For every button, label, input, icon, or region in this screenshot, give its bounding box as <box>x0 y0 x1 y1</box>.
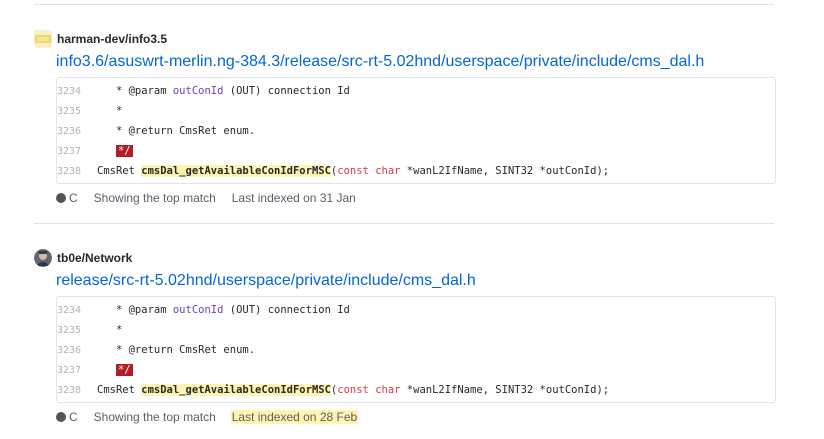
code-text: */ <box>97 364 133 376</box>
code-token: * @param <box>97 85 173 97</box>
result-divider <box>34 223 774 224</box>
search-result: harman-dev/info3.5 info3.6/asuswrt-merli… <box>34 30 776 206</box>
code-token: char <box>375 384 401 396</box>
code-token: * @return CmsRet enum. <box>97 125 256 137</box>
code-line: 3235 * <box>57 320 775 340</box>
code-token: (OUT) connection Id <box>223 85 350 97</box>
repo-line: harman-dev/info3.5 <box>34 30 776 48</box>
top-match-text: Showing the top match <box>93 410 216 424</box>
code-text: CmsRet cmsDal_getAvailableConIdForMSC(co… <box>97 384 609 396</box>
result-meta: C Showing the top match Last indexed on … <box>56 409 776 425</box>
code-text: * @return CmsRet enum. <box>97 344 255 356</box>
code-text: * @return CmsRet enum. <box>97 125 255 137</box>
code-text: * <box>97 105 122 117</box>
code-token: (OUT) connection Id <box>223 304 350 316</box>
file-path-link[interactable]: info3.6/asuswrt-merlin.ng-384.3/release/… <box>56 52 776 72</box>
repo-name-link[interactable]: harman-dev/info3.5 <box>57 32 167 46</box>
line-number[interactable]: 3236 <box>57 345 97 356</box>
code-text: CmsRet cmsDal_getAvailableConIdForMSC(co… <box>97 165 609 177</box>
repo-name-link[interactable]: tb0e/Network <box>57 251 132 265</box>
repo-line: tb0e/Network <box>34 249 776 267</box>
code-token: * @param <box>97 304 173 316</box>
code-token: */ <box>115 364 133 376</box>
language-label: C <box>69 410 78 424</box>
code-token: * <box>97 105 123 117</box>
code-line: 3235 * <box>57 101 775 121</box>
file-path-link[interactable]: release/src-rt-5.02hnd/userspace/private… <box>56 271 776 291</box>
code-token: outConId <box>172 85 224 97</box>
search-result: tb0e/Network release/src-rt-5.02hnd/user… <box>34 249 776 425</box>
language-color-dot-icon <box>56 412 66 422</box>
line-number[interactable]: 3238 <box>57 385 97 396</box>
line-number[interactable]: 3234 <box>57 86 97 97</box>
last-indexed-text: Last indexed on 31 Jan <box>231 191 356 205</box>
code-text: */ <box>97 145 133 157</box>
line-number[interactable]: 3238 <box>57 166 97 177</box>
code-token: char <box>375 165 401 177</box>
code-token: CmsRet <box>97 384 142 396</box>
top-match-text: Showing the top match <box>93 191 216 205</box>
code-text: * @param outConId (OUT) connection Id <box>97 85 350 97</box>
code-line: 3237 */ <box>57 360 775 380</box>
match-highlight: cmsDal_getAvailableConIdForMSC <box>141 384 331 396</box>
code-line: 3234 * @param outConId (OUT) connection … <box>57 81 775 101</box>
repo-avatar-icon <box>34 30 52 48</box>
code-line: 3238 CmsRet cmsDal_getAvailableConIdForMS… <box>57 380 775 400</box>
code-token: *wanL2IfName, SINT32 *outConId); <box>400 165 610 177</box>
code-text: * @param outConId (OUT) connection Id <box>97 304 350 316</box>
code-token: const <box>337 384 369 396</box>
code-line: 3238 CmsRet cmsDal_getAvailableConIdForMS… <box>57 161 775 181</box>
language-label: C <box>69 191 78 205</box>
line-number[interactable]: 3234 <box>57 305 97 316</box>
code-token: const <box>337 165 369 177</box>
last-indexed-text: Last indexed on 28 Feb <box>230 410 359 424</box>
user-avatar-icon <box>34 249 52 267</box>
code-line: 3236 * @return CmsRet enum. <box>57 340 775 360</box>
result-meta: C Showing the top match Last indexed on … <box>56 190 776 206</box>
code-token: *wanL2IfName, SINT32 *outConId); <box>400 384 610 396</box>
code-snippet: 3234 * @param outConId (OUT) connection … <box>56 77 776 184</box>
code-token: * <box>97 324 123 336</box>
code-token: CmsRet <box>97 165 142 177</box>
language-color-dot-icon <box>56 193 66 203</box>
line-number[interactable]: 3236 <box>57 126 97 137</box>
line-number[interactable]: 3235 <box>57 106 97 117</box>
code-line: 3236 * @return CmsRet enum. <box>57 121 775 141</box>
code-line: 3234 * @param outConId (OUT) connection … <box>57 300 775 320</box>
code-text: * <box>97 324 122 336</box>
line-number[interactable]: 3235 <box>57 325 97 336</box>
match-highlight: cmsDal_getAvailableConIdForMSC <box>141 165 331 177</box>
code-token: */ <box>115 145 133 157</box>
line-number[interactable]: 3237 <box>57 146 97 157</box>
code-snippet: 3234 * @param outConId (OUT) connection … <box>56 296 776 403</box>
code-line: 3237 */ <box>57 141 775 161</box>
top-divider <box>34 4 774 5</box>
code-token: * @return CmsRet enum. <box>97 344 256 356</box>
code-token: outConId <box>172 304 224 316</box>
line-number[interactable]: 3237 <box>57 365 97 376</box>
